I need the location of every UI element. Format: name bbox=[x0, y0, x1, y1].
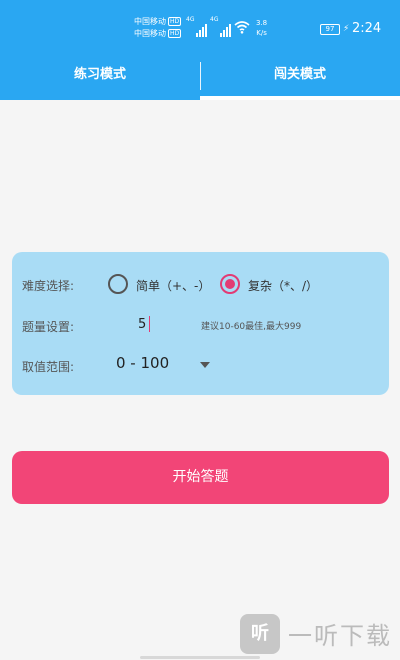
quantity-label: 题量设置: bbox=[22, 320, 75, 334]
status-time: 2:24 bbox=[352, 21, 382, 36]
wifi-icon bbox=[234, 21, 250, 34]
battery-icon: 97 bbox=[320, 24, 340, 35]
dropdown-arrow-icon[interactable] bbox=[200, 362, 210, 368]
network-speed-unit: K/s bbox=[256, 29, 267, 37]
radio-easy-label[interactable]: 简单（+、-） bbox=[136, 277, 210, 294]
tab-challenge-mode[interactable]: 闯关模式 bbox=[200, 58, 400, 100]
mode-tabs: 练习模式 闯关模式 bbox=[0, 58, 400, 100]
network-type-1: 4G bbox=[186, 16, 195, 23]
charging-icon: ⚡ bbox=[343, 24, 350, 34]
watermark-badge: 听 bbox=[240, 614, 280, 654]
text-cursor bbox=[149, 316, 150, 332]
range-label: 取值范围: bbox=[22, 360, 75, 374]
network-speed-value: 3.8 bbox=[256, 19, 268, 27]
watermark-text: 一听下载 bbox=[288, 622, 392, 650]
tab-selected-indicator bbox=[200, 96, 400, 100]
carrier-label-1: 中国移动 bbox=[134, 17, 166, 26]
network-type-2: 4G bbox=[210, 16, 219, 23]
difficulty-label: 难度选择: bbox=[22, 279, 75, 293]
status-bar: 中国移动 HD 中国移动 HD 4G 4G 3.8 K/s 97 ⚡ 2:24 bbox=[0, 0, 400, 58]
home-indicator bbox=[140, 656, 260, 659]
quantity-hint: 建议10-60最佳,最大999 bbox=[201, 322, 302, 332]
radio-complex[interactable] bbox=[220, 274, 240, 294]
range-select[interactable]: 0 - 100 bbox=[116, 354, 169, 372]
signal-icon-2: 4G bbox=[210, 16, 232, 38]
network-speed: 3.8 K/s bbox=[256, 18, 267, 38]
radio-easy[interactable] bbox=[108, 274, 128, 294]
start-answer-button[interactable]: 开始答题 bbox=[12, 451, 389, 504]
carrier-label-2: 中国移动 bbox=[134, 29, 166, 38]
radio-complex-label[interactable]: 复杂（*、/） bbox=[248, 277, 318, 294]
radio-complex-dot bbox=[225, 279, 235, 289]
quantity-input[interactable] bbox=[138, 314, 178, 334]
tab-practice-mode[interactable]: 练习模式 bbox=[0, 58, 200, 100]
settings-card: 难度选择: 简单（+、-） 复杂（*、/） 题量设置: 建议10-60最佳,最大… bbox=[12, 252, 389, 395]
hd-badge-1: HD bbox=[168, 17, 182, 26]
app-header: 中国移动 HD 中国移动 HD 4G 4G 3.8 K/s 97 ⚡ 2:24 练习… bbox=[0, 0, 400, 100]
signal-icon-1: 4G bbox=[186, 16, 208, 38]
hd-badge-2: HD bbox=[168, 29, 182, 38]
carrier-info: 中国移动 HD 中国移动 HD bbox=[134, 16, 182, 40]
